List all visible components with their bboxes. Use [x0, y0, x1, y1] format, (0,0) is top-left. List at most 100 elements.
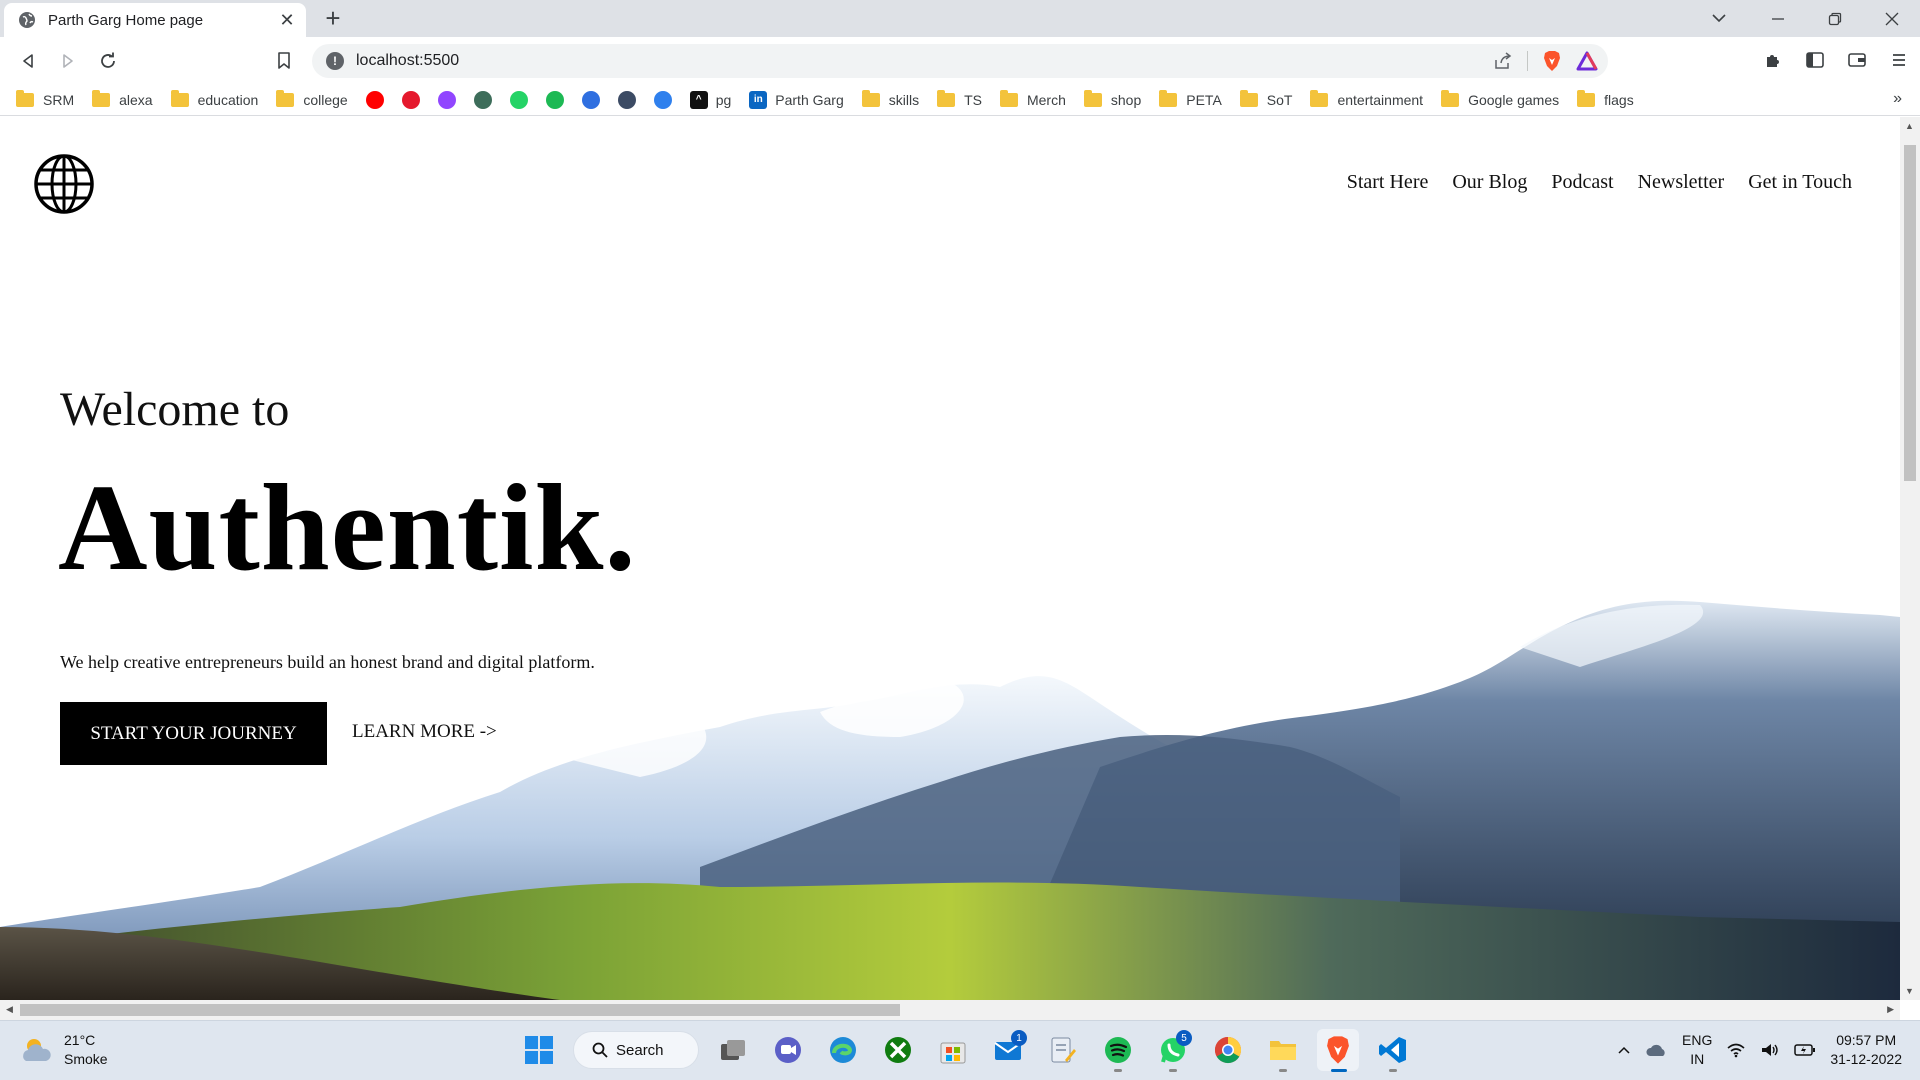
bookmark-link[interactable]: [617, 90, 636, 109]
extensions-icon[interactable]: [1760, 47, 1786, 73]
site-info-icon[interactable]: !: [326, 52, 344, 70]
start-journey-button[interactable]: START YOUR JOURNEY: [60, 702, 327, 765]
chevron-up-icon[interactable]: [1616, 1042, 1632, 1058]
folder-icon: [1441, 89, 1460, 107]
task-view-button[interactable]: [712, 1029, 754, 1071]
nav-newsletter[interactable]: Newsletter: [1638, 171, 1725, 194]
weather-desc: Smoke: [64, 1051, 108, 1067]
file-explorer-button[interactable]: [1262, 1029, 1304, 1072]
wallet-icon[interactable]: [1844, 47, 1870, 73]
bookmark-page-button[interactable]: [270, 47, 298, 75]
brave-button[interactable]: [1317, 1029, 1359, 1072]
notepad-button[interactable]: [1042, 1029, 1084, 1071]
bookmark-link[interactable]: [581, 90, 600, 109]
bookmark-link[interactable]: [653, 90, 672, 109]
brave-rewards-icon[interactable]: [1576, 51, 1598, 71]
bookmark-folder[interactable]: TS: [937, 89, 982, 108]
bookmark-folder[interactable]: skills: [861, 89, 919, 108]
bookmark-link[interactable]: in Parth Garg: [749, 90, 844, 109]
active-indicator: [1331, 1069, 1347, 1072]
weather-widget[interactable]: 21°C Smoke: [20, 1031, 108, 1069]
bookmark-folder[interactable]: education: [170, 89, 258, 108]
clock[interactable]: 09:57 PM 31-12-2022: [1830, 1031, 1902, 1069]
bookmark-link[interactable]: [545, 90, 564, 109]
nav-start-here[interactable]: Start Here: [1347, 171, 1429, 194]
bookmark-folder[interactable]: SRM: [16, 89, 74, 108]
bookmark-link[interactable]: [437, 90, 456, 109]
volume-icon[interactable]: [1760, 1042, 1780, 1058]
spotify-button[interactable]: [1097, 1029, 1139, 1072]
vertical-scroll-thumb[interactable]: [1904, 145, 1916, 481]
tab-search-icon[interactable]: [1708, 8, 1730, 28]
learn-more-link[interactable]: LEARN MORE ->: [352, 721, 497, 743]
menu-icon[interactable]: [1886, 47, 1912, 73]
bookmark-folder[interactable]: Google games: [1441, 89, 1559, 108]
bookmark-folder[interactable]: entertainment: [1310, 89, 1423, 108]
scroll-up-arrow-icon[interactable]: ▲: [1905, 121, 1914, 131]
horizontal-scrollbar[interactable]: ◀ ▶: [0, 1000, 1900, 1020]
windows-logo-icon: [525, 1036, 553, 1064]
restore-button[interactable]: [1806, 0, 1863, 37]
nav-get-in-touch[interactable]: Get in Touch: [1748, 171, 1852, 194]
scroll-down-arrow-icon[interactable]: ▼: [1905, 986, 1914, 996]
bookmark-folder[interactable]: flags: [1577, 89, 1634, 108]
bookmarks-overflow-button[interactable]: »: [1893, 90, 1902, 108]
back-button[interactable]: [14, 47, 42, 75]
teams-chat-button[interactable]: [767, 1029, 809, 1071]
bookmark-folder[interactable]: SoT: [1239, 89, 1292, 108]
bookmark-link[interactable]: ^ pg: [689, 90, 731, 109]
bookmark-folder[interactable]: Merch: [999, 89, 1066, 108]
address-input[interactable]: [356, 52, 1056, 70]
scroll-right-arrow-icon[interactable]: ▶: [1887, 1004, 1894, 1015]
taskbar-search[interactable]: Search: [573, 1031, 699, 1069]
edge-button[interactable]: [822, 1029, 864, 1071]
language-indicator[interactable]: ENG IN: [1682, 1031, 1712, 1069]
edge-icon: [830, 1037, 856, 1063]
sidebar-icon[interactable]: [1802, 47, 1828, 73]
onedrive-cloud-icon[interactable]: [1646, 1042, 1668, 1058]
bookmark-folder[interactable]: college: [276, 89, 348, 108]
close-window-button[interactable]: [1863, 0, 1920, 37]
bookmark-link[interactable]: [473, 90, 492, 109]
address-bar[interactable]: !: [312, 44, 1608, 78]
brave-shields-icon[interactable]: [1542, 50, 1562, 72]
folder-icon: [1577, 89, 1596, 107]
xbox-button[interactable]: [877, 1029, 919, 1071]
vertical-scrollbar[interactable]: ▲ ▼: [1900, 117, 1920, 1000]
share-icon[interactable]: [1493, 51, 1513, 71]
close-tab-icon[interactable]: ✕: [278, 10, 296, 30]
horizontal-scroll-thumb[interactable]: [20, 1004, 900, 1016]
bookmark-link[interactable]: [401, 90, 420, 109]
reload-button[interactable]: [94, 47, 122, 75]
battery-icon[interactable]: [1794, 1042, 1816, 1058]
nav-our-blog[interactable]: Our Blog: [1452, 171, 1527, 194]
forward-button[interactable]: [54, 47, 82, 75]
mail-button[interactable]: 1: [987, 1029, 1029, 1071]
bookmark-link[interactable]: [509, 90, 528, 109]
nav-podcast[interactable]: Podcast: [1551, 171, 1613, 194]
scroll-left-arrow-icon[interactable]: ◀: [6, 1004, 13, 1015]
wifi-icon[interactable]: [1726, 1042, 1746, 1058]
new-tab-button[interactable]: +: [320, 5, 346, 32]
folder-icon: [92, 89, 111, 107]
folder-icon: [999, 89, 1018, 107]
minimize-button[interactable]: [1749, 0, 1806, 37]
browser-tab-active[interactable]: Parth Garg Home page ✕: [4, 3, 306, 37]
bookmark-label: Parth Garg: [775, 91, 844, 108]
bookmark-folder[interactable]: alexa: [92, 89, 153, 108]
bookmark-folder[interactable]: shop: [1083, 89, 1141, 108]
whatsapp-button[interactable]: 5: [1152, 1029, 1194, 1072]
twitch-icon: [437, 90, 456, 109]
pg-icon: ^: [689, 90, 708, 109]
globe-logo-icon[interactable]: [33, 153, 95, 215]
chrome-button[interactable]: [1207, 1029, 1249, 1071]
page-viewport: Start Here Our Blog Podcast Newsletter G…: [0, 117, 1900, 1000]
bookmark-link[interactable]: [365, 90, 384, 109]
bookmark-label: college: [303, 91, 348, 108]
spotify-icon: [1105, 1037, 1131, 1063]
vscode-button[interactable]: [1372, 1029, 1414, 1072]
start-button[interactable]: [518, 1029, 560, 1071]
bookmark-folder[interactable]: PETA: [1159, 89, 1222, 108]
store-button[interactable]: [932, 1029, 974, 1071]
podcast-icon: [581, 90, 600, 109]
